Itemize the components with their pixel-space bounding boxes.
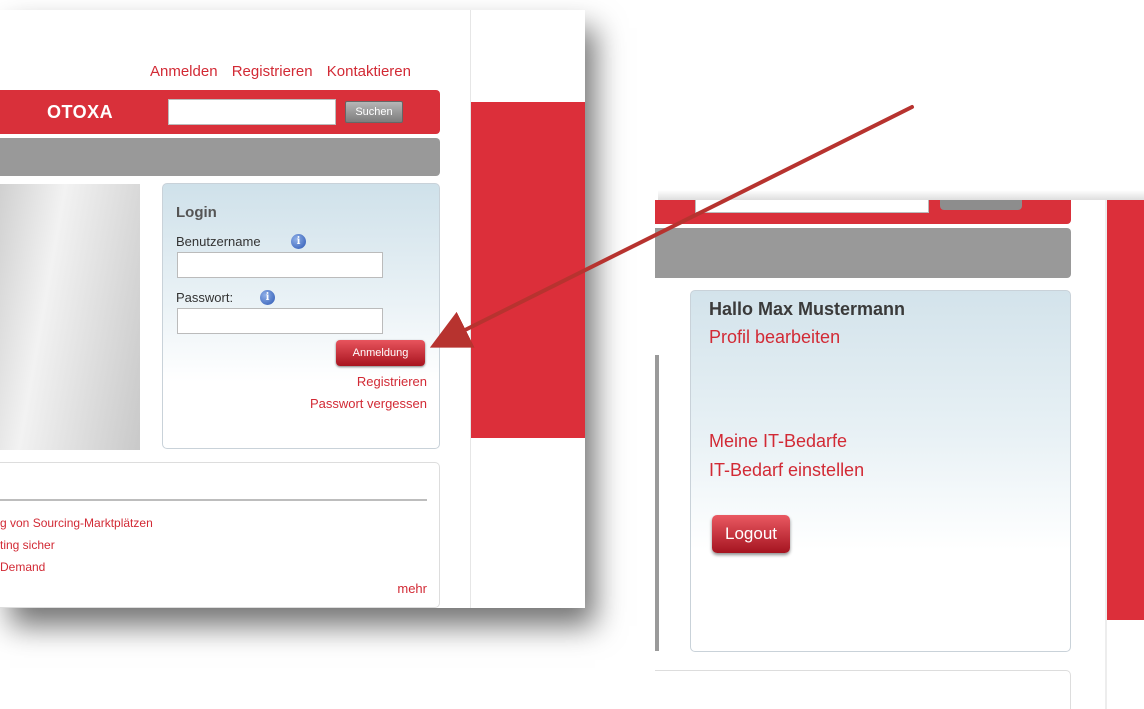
user-box: Hallo Max Mustermann Profil bearbeiten M… [690,290,1071,652]
header-bar: OTOXA Suchen [0,90,440,134]
forgot-password-link[interactable]: Passwort vergessen [310,396,427,411]
nav-anmelden-link[interactable]: Anmelden [150,63,218,80]
navigation-bar [0,138,440,176]
username-field[interactable] [177,252,383,278]
site-logo[interactable]: OTOXA [47,102,113,123]
info-icon[interactable]: i [260,290,275,305]
lower-box [655,670,1071,709]
content-column: Anmelden Registrieren Kontaktieren OTOXA… [0,10,470,608]
news-item[interactable]: ting sicher [0,538,55,552]
login-title: Login [176,204,217,221]
news-divider [0,499,427,501]
nav-kontaktieren-link[interactable]: Kontaktieren [327,63,411,80]
register-link[interactable]: Registrieren [357,374,427,389]
top-nav: Anmelden Registrieren Kontaktieren [150,63,421,80]
edit-profile-link[interactable]: Profil bearbeiten [709,327,840,348]
search-input[interactable] [695,200,929,213]
more-news-link[interactable]: mehr [397,581,427,596]
side-red-band [1107,200,1144,620]
search-button[interactable] [940,200,1022,210]
password-label: Passwort: [176,290,234,305]
teaser-image [0,184,140,450]
login-box: Login Benutzername i Passwort: i Anmeldu… [162,183,440,449]
search-button[interactable]: Suchen [345,101,403,123]
nav-registrieren-link[interactable]: Registrieren [232,63,313,80]
header-bar [655,200,1071,224]
my-it-needs-link[interactable]: Meine IT-Bedarfe [709,431,847,452]
news-item[interactable]: Demand [0,560,45,574]
password-field[interactable] [177,308,383,334]
search-input[interactable] [168,99,336,125]
login-page-screenshot: Anmelden Registrieren Kontaktieren OTOXA… [0,10,585,608]
username-label: Benutzername [176,234,261,249]
navigation-bar [655,228,1071,278]
news-box: g von Sourcing-Marktplätzen ting sicher … [0,462,440,608]
column-divider [470,10,471,608]
teaser-image-edge [655,355,659,651]
info-icon[interactable]: i [291,234,306,249]
add-it-need-link[interactable]: IT-Bedarf einstellen [709,460,864,481]
greeting-text: Hallo Max Mustermann [709,299,906,319]
logout-button[interactable]: Logout [712,515,790,553]
side-red-band [470,102,585,438]
anmeldung-button[interactable]: Anmeldung [336,340,425,366]
column-divider [1105,200,1107,709]
news-item[interactable]: g von Sourcing-Marktplätzen [0,516,153,530]
logged-in-screenshot: Hallo Max Mustermann Profil bearbeiten M… [655,200,1144,709]
